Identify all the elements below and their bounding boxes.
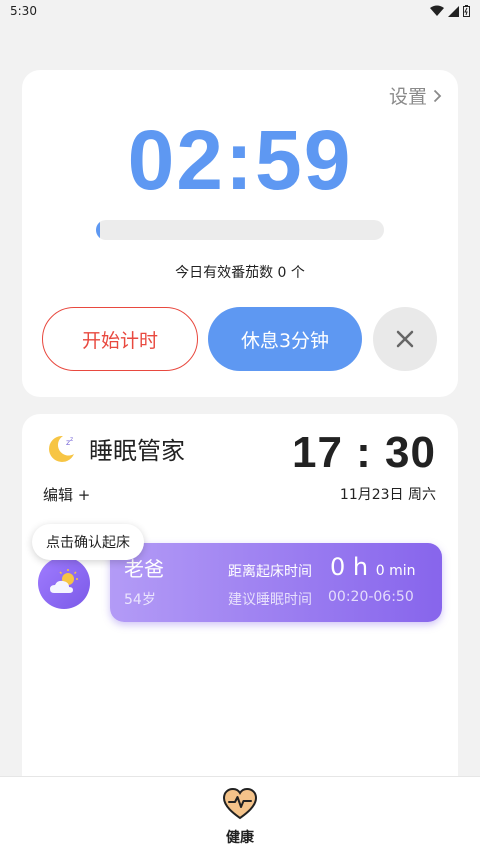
signal-icon xyxy=(448,5,459,17)
close-button[interactable] xyxy=(373,307,437,371)
heart-pulse-icon xyxy=(222,787,258,820)
member-age: 54岁 xyxy=(124,592,156,608)
confirm-wake-tooltip[interactable]: 点击确认起床 xyxy=(32,524,144,560)
status-icons xyxy=(430,5,470,17)
nav-health-label: 健康 xyxy=(226,830,254,846)
member-card[interactable]: 老爸 54岁 距离起床时间 0 h 0 min 建议睡眠时间 00:20-06:… xyxy=(110,543,442,622)
weather-avatar xyxy=(38,557,90,609)
battery-icon xyxy=(463,5,470,17)
timer-progress-bar xyxy=(96,220,384,240)
edit-button[interactable]: 编辑 + xyxy=(43,484,90,505)
settings-label: 设置 xyxy=(388,86,427,108)
bottom-nav: 健康 xyxy=(0,776,480,853)
close-icon xyxy=(396,330,414,348)
clock-time: 17 : 30 xyxy=(292,428,436,477)
sleep-title: 睡眠管家 xyxy=(89,437,185,465)
svg-text:z: z xyxy=(70,436,73,443)
wake-minutes: 0 min xyxy=(375,563,416,579)
suggest-sleep-value: 00:20-06:50 xyxy=(328,589,414,605)
wake-time-value: 0 h 0 min xyxy=(330,553,416,581)
wake-hours: 0 h xyxy=(330,553,369,581)
wifi-icon xyxy=(430,5,444,16)
status-bar: 5:30 xyxy=(0,0,480,22)
clock-date: 11月23日 周六 xyxy=(339,487,436,503)
sleep-card: z z 睡眠管家 编辑 + 17 : 30 11月23日 周六 老爸 54岁 距… xyxy=(22,414,458,794)
chevron-right-icon xyxy=(433,89,442,102)
settings-link[interactable]: 设置 xyxy=(389,82,442,109)
timer-progress-fill xyxy=(96,220,101,240)
cloud-sun-icon xyxy=(50,569,78,593)
wake-time-label: 距离起床时间 xyxy=(228,564,312,580)
status-time: 5:30 xyxy=(10,4,37,18)
rest-button[interactable]: 休息3分钟 xyxy=(208,307,362,371)
start-timer-button[interactable]: 开始计时 xyxy=(42,307,198,371)
pomodoro-count: 今日有效番茄数 0 个 xyxy=(175,265,305,281)
moon-icon: z z xyxy=(49,435,74,462)
timer-card: 设置 02:59 今日有效番茄数 0 个 开始计时 休息3分钟 xyxy=(22,70,458,397)
nav-health[interactable]: 健康 xyxy=(210,787,270,847)
suggest-sleep-label: 建议睡眠时间 xyxy=(228,592,312,608)
timer-display: 02:59 xyxy=(127,113,353,207)
